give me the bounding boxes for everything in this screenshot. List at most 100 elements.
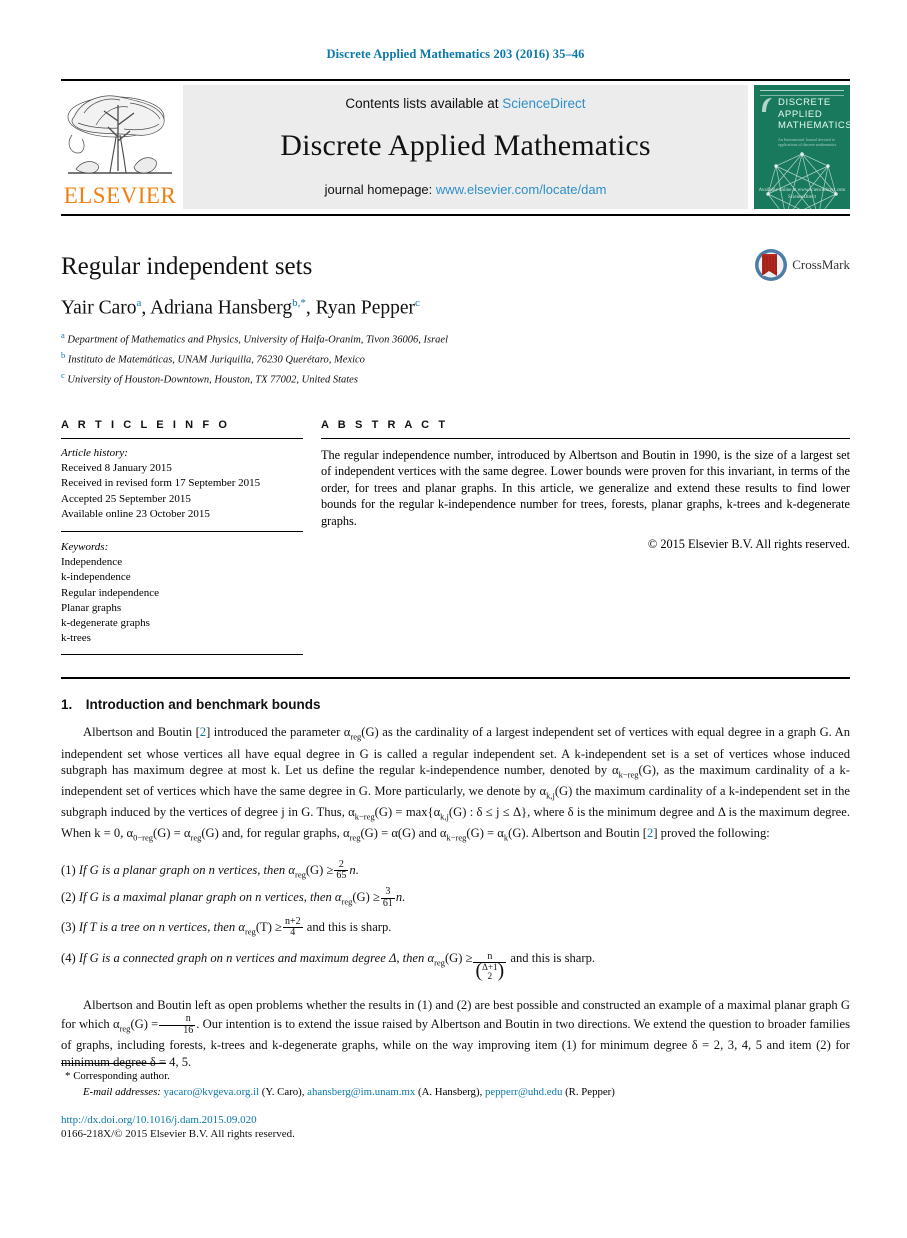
item-mid: (G) ≥ (444, 951, 473, 966)
journal-homepage-link[interactable]: www.elsevier.com/locate/dam (436, 182, 607, 197)
email-link[interactable]: yacaro@kvgeva.org.il (164, 1086, 260, 1098)
list-item: (1) If G is a planar graph on n vertices… (61, 859, 850, 887)
author-affiliation-mark: b,* (292, 296, 306, 309)
keyword-item: Independence (61, 556, 123, 569)
email-link[interactable]: pepperr@uhd.edu (485, 1086, 562, 1098)
item-sub: reg (244, 926, 256, 937)
par1-sub: 0−reg (133, 832, 154, 843)
affiliation-text: Department of Mathematics and Physics, U… (67, 334, 448, 346)
page-content: Discrete Applied Mathematics 203 (2016) … (61, 0, 850, 1070)
sciencedirect-link[interactable]: ScienceDirect (502, 96, 585, 111)
elsevier-wordmark: ELSEVIER (63, 183, 177, 208)
doi-link[interactable]: http://dx.doi.org/10.1016/j.dam.2015.09.… (61, 1114, 850, 1126)
cover-footer-line1: Available online at www.sciencedirect.co… (758, 188, 846, 193)
homepage-prefix: journal homepage: (324, 182, 433, 197)
article-history-item: Received 8 January 2015 (61, 462, 172, 475)
affiliation-mark: a (61, 330, 65, 340)
item-label: (2) (61, 890, 76, 905)
par1-seg: (G) = α (153, 826, 191, 841)
par1-seg: ] proved the following: (653, 826, 770, 841)
elsevier-logo: ELSEVIER (61, 85, 179, 209)
item-sub: reg (341, 896, 353, 907)
item-post: n. (349, 862, 359, 877)
footnote-rule (61, 1063, 166, 1064)
running-head: Discrete Applied Mathematics 203 (2016) … (326, 47, 585, 61)
cover-footer: Available online at www.sciencedirect.co… (754, 187, 850, 201)
author-name: Ryan Pepper (315, 297, 416, 318)
par1-sub: k−reg (446, 832, 467, 843)
par1-sub: k,j (440, 811, 449, 822)
section-number: 1. (61, 697, 73, 713)
fraction-denominator: 16 (183, 1024, 194, 1036)
affiliation-item: b Instituto de Matemáticas, UNAM Juriqui… (61, 348, 850, 368)
par1-seg: (G). Albertson and Boutin [ (508, 826, 648, 841)
page-title: Regular independent sets (61, 253, 313, 280)
item-label: (1) (61, 862, 76, 877)
keywords-rule-top: Keywords: Independence k-independence Re… (61, 531, 303, 646)
author-name: Adriana Hansberg (150, 297, 293, 318)
email-link[interactable]: ahansberg@im.unam.mx (307, 1086, 415, 1098)
cover-top-rule (760, 90, 844, 96)
keywords-label: Keywords: (61, 541, 109, 554)
par1-seg: (G) = max{α (374, 805, 441, 820)
paper-page: Discrete Applied Mathematics 203 (2016) … (0, 0, 907, 1238)
keyword-item: Planar graphs (61, 601, 122, 614)
par1-sub: k−reg (354, 811, 375, 822)
keyword-item: Regular independence (61, 586, 160, 599)
info-abstract-row: A R T I C L E I N F O Article history: R… (61, 419, 850, 656)
affiliation-item: a Department of Mathematics and Physics,… (61, 328, 850, 348)
list-item: (2) If G is a maximal planar graph on n … (61, 886, 850, 914)
contents-prefix: Contents lists available at (345, 96, 499, 111)
section-title: Introduction and benchmark bounds (85, 697, 321, 713)
intro-paragraph-1: Albertson and Boutin [2] introduced the … (61, 724, 850, 846)
journal-masthead: ELSEVIER Contents lists available at Sci… (61, 85, 850, 209)
fraction-denominator: 65 (336, 870, 347, 882)
item-text: If G is a connected graph on n vertices … (78, 951, 435, 966)
list-item: (4) If G is a connected graph on n verti… (61, 945, 850, 981)
list-item: (3) If T is a tree on n vertices, then α… (61, 914, 850, 946)
item-mid: (G) ≥ (352, 890, 380, 905)
abstract-column: A B S T R A C T The regular independence… (321, 419, 850, 655)
journal-title: Discrete Applied Mathematics (280, 128, 651, 162)
keywords-rule-bottom (61, 654, 303, 656)
cover-title-line1: DISCRETE (778, 97, 831, 108)
article-info-heading: A R T I C L E I N F O (61, 419, 230, 431)
corresponding-author-text: Corresponding author. (73, 1070, 170, 1082)
crossmark-icon (755, 249, 788, 281)
corresponding-author-note: * Corresponding author. (61, 1068, 850, 1084)
abstract-text: The regular independence number, introdu… (321, 448, 850, 528)
affiliation-text: Instituto de Matemáticas, UNAM Juriquill… (67, 354, 365, 366)
par1-sub: reg (349, 832, 361, 843)
article-history-item: Accepted 25 September 2015 (61, 492, 191, 505)
par1-seg: (G) = α(G) and α (360, 826, 447, 841)
fraction: 3 61 (380, 886, 395, 910)
binomial-bottom: 2 (487, 971, 493, 982)
crossmark-label: CrossMark (792, 257, 850, 272)
masthead-rule-top (61, 79, 850, 81)
fraction-numerator: n (159, 1013, 196, 1026)
email-person: (A. Hansberg) (417, 1086, 480, 1098)
par1-seg: ] introduced the parameter α (206, 725, 351, 740)
item-mid: (T) ≥ (255, 919, 282, 934)
binomial-coefficient: (Δ+1 2) (475, 959, 505, 982)
fraction-denominator: 61 (382, 897, 393, 909)
author-name: Yair Caro (61, 297, 137, 318)
email-person: (R. Pepper) (565, 1086, 615, 1098)
item-label: (3) (61, 919, 76, 934)
journal-cover-image: DISCRETE APPLIED MATHEMATICS An Internat… (754, 85, 850, 209)
par1-seg: (G) and, for regular graphs, α (201, 826, 350, 841)
journal-homepage-line: journal homepage: www.elsevier.com/locat… (325, 182, 607, 197)
page-footer: * Corresponding author. E-mail addresses… (61, 1063, 850, 1140)
par1-sub: k,j (546, 790, 555, 801)
crossmark-badge[interactable]: CrossMark (754, 248, 850, 282)
item-label: (4) (61, 951, 76, 966)
item-post: and this is sharp. (510, 951, 596, 966)
keyword-item: k-independence (61, 571, 131, 584)
email-addresses-note: E-mail addresses: yacaro@kvgeva.org.il (… (83, 1086, 615, 1098)
par1-seg: (G) = α (466, 826, 504, 841)
par1-sub: reg (350, 731, 362, 742)
abstract-rule (321, 438, 850, 439)
author-list: Yair Caroa, Adriana Hansbergb,*, Ryan Pe… (61, 296, 420, 319)
keyword-item: k-trees (61, 632, 91, 645)
fraction-denominator: (Δ+1 2) (473, 959, 506, 982)
